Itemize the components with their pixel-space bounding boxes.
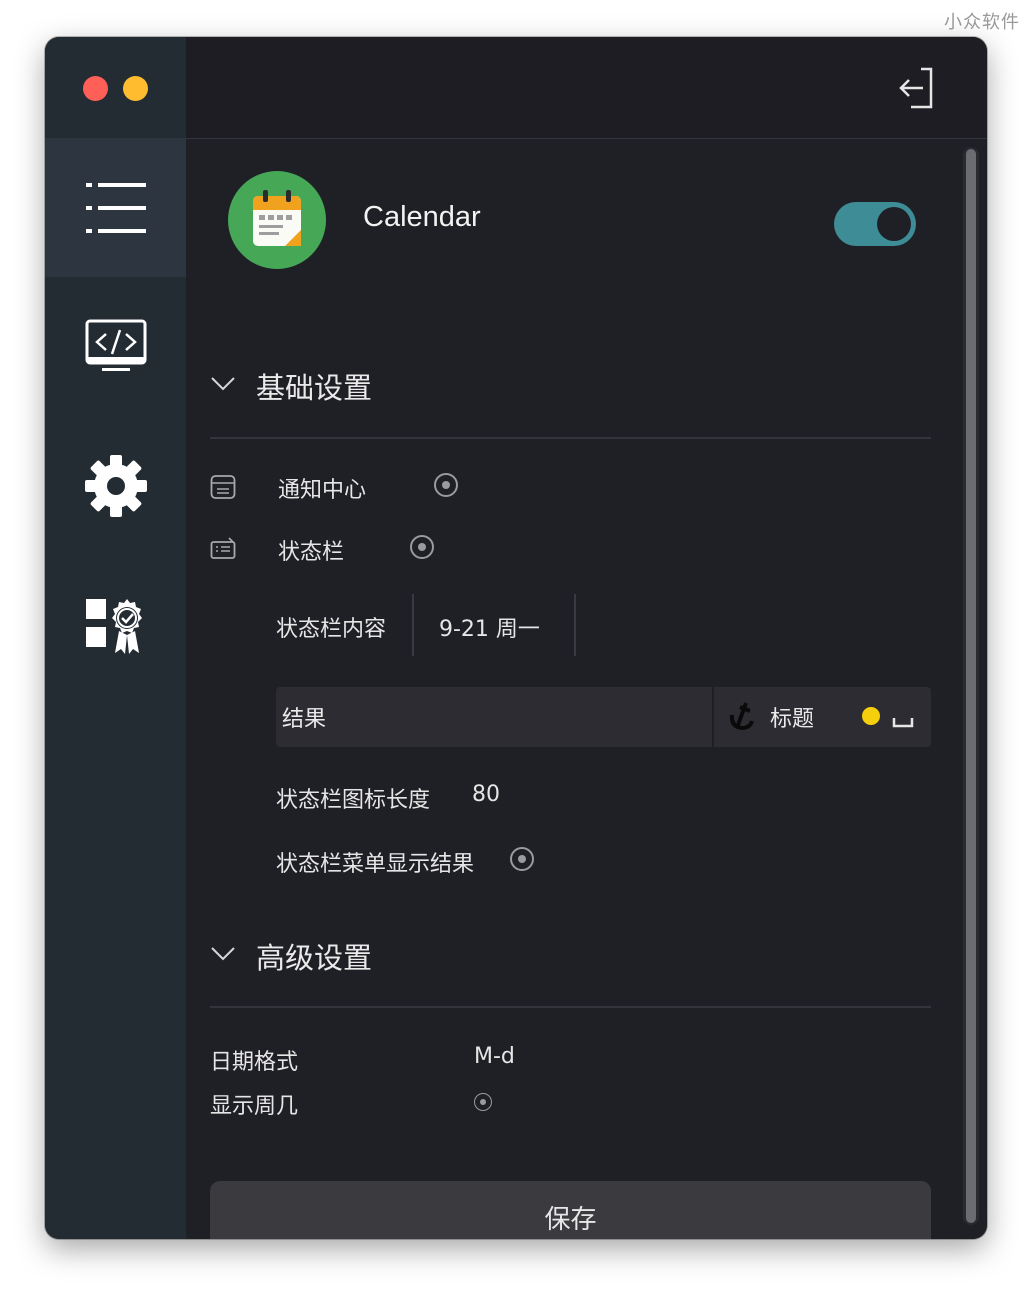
scrollbar[interactable] <box>963 147 979 1225</box>
notification-center-icon <box>210 474 236 504</box>
date-format-label: 日期格式 <box>210 1050 299 1075</box>
gear-icon <box>84 454 148 518</box>
status-bar-icon <box>210 536 236 566</box>
show-weekday-radio[interactable] <box>474 1093 492 1111</box>
status-bar-content-label: 状态栏内容 <box>276 617 387 642</box>
award-widgets-icon <box>84 593 148 657</box>
basic-settings-title: 基础设置 <box>256 371 373 405</box>
divider <box>574 594 576 656</box>
code-monitor-icon <box>84 317 148 377</box>
settings-panel: Calendar 基础设置 通知中心 状态栏 状态栏内容 9-21 周一 结果 … <box>186 139 987 1239</box>
divider <box>210 1006 931 1008</box>
watermark: 小众软件 <box>944 12 1020 33</box>
icon-length-value[interactable]: 80 <box>472 782 500 807</box>
basic-settings-header[interactable]: 基础设置 <box>210 361 372 411</box>
status-bar-radio[interactable] <box>410 535 434 559</box>
result-bar[interactable]: 结果 标题 <box>276 687 931 747</box>
sidebar <box>45 37 186 1239</box>
title-label: 标题 <box>770 707 815 732</box>
notification-center-radio[interactable] <box>434 473 458 497</box>
sidebar-item-list[interactable] <box>45 138 186 277</box>
divider <box>210 437 931 439</box>
divider <box>712 687 714 747</box>
scrollbar-thumb[interactable] <box>966 149 976 1223</box>
exit-icon[interactable] <box>897 65 939 115</box>
advanced-settings-header[interactable]: 高级设置 <box>210 931 372 981</box>
app-name: Calendar <box>363 201 481 233</box>
date-format-value[interactable]: M-d <box>474 1044 515 1069</box>
app-enable-toggle[interactable] <box>834 202 916 246</box>
calendar-app-icon <box>228 171 326 269</box>
menu-show-result-label: 状态栏菜单显示结果 <box>276 852 475 877</box>
toggle-knob <box>877 207 911 241</box>
advanced-settings-title: 高级设置 <box>256 941 373 975</box>
sidebar-item-settings[interactable] <box>45 416 186 555</box>
calendar-icon <box>253 190 301 246</box>
save-button[interactable]: 保存 <box>210 1181 931 1239</box>
sidebar-item-extensions[interactable] <box>45 555 186 694</box>
notification-center-label: 通知中心 <box>278 478 367 503</box>
sidebar-item-code[interactable] <box>45 277 186 416</box>
app-window: Calendar 基础设置 通知中心 状态栏 状态栏内容 9-21 周一 结果 … <box>45 37 987 1239</box>
list-icon <box>84 176 148 240</box>
close-window-button[interactable] <box>83 76 108 101</box>
divider <box>412 594 414 656</box>
status-bar-label: 状态栏 <box>278 540 345 565</box>
status-bar-content-value[interactable]: 9-21 周一 <box>439 611 540 643</box>
yellow-dot-icon[interactable] <box>862 707 880 725</box>
space-icon[interactable] <box>892 713 914 732</box>
chevron-down-icon <box>210 946 236 966</box>
chevron-down-icon <box>210 376 236 396</box>
icon-length-label: 状态栏图标长度 <box>276 788 431 813</box>
anchor-icon[interactable] <box>728 701 756 735</box>
menu-show-result-radio[interactable] <box>510 847 534 871</box>
show-weekday-label: 显示周几 <box>210 1094 299 1119</box>
titlebar <box>186 37 987 139</box>
result-label: 结果 <box>282 707 327 732</box>
minimize-window-button[interactable] <box>123 76 148 101</box>
